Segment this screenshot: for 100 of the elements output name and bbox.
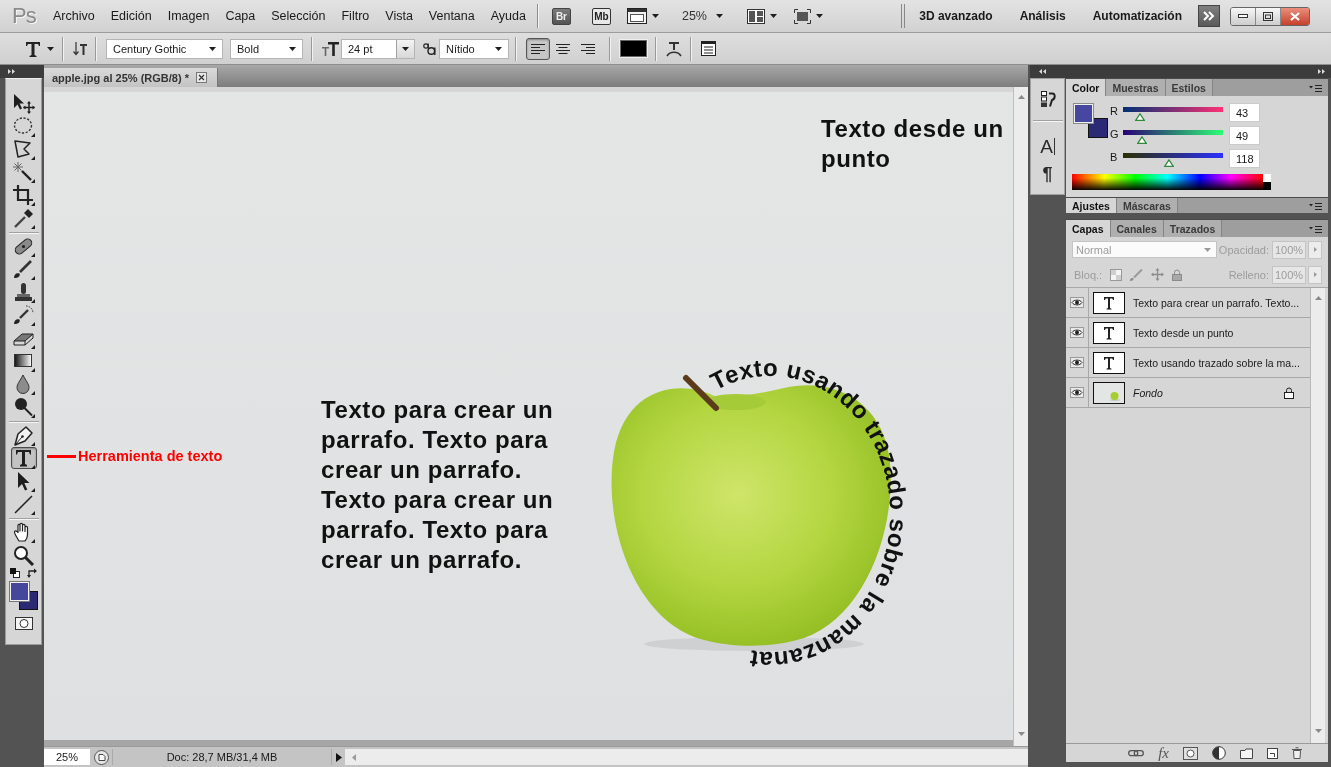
panel-tab[interactable]: Canales xyxy=(1110,220,1164,237)
panel-tab[interactable]: Capas xyxy=(1066,220,1111,237)
trash-icon[interactable] xyxy=(1292,747,1302,759)
minimize-button[interactable] xyxy=(1231,7,1256,25)
zoom-field[interactable]: 25% xyxy=(44,749,90,765)
tool-button[interactable] xyxy=(10,184,37,206)
channel-value-field[interactable]: 43 xyxy=(1229,103,1260,122)
menu-item[interactable]: Capa xyxy=(217,9,264,23)
double-arrow-right-icon[interactable] xyxy=(1318,69,1325,74)
font-style-dropdown[interactable]: Bold xyxy=(230,38,303,59)
menu-item[interactable]: Archivo xyxy=(45,9,103,23)
close-button[interactable] xyxy=(1281,7,1309,25)
half-circle-icon[interactable] xyxy=(1212,746,1226,760)
screen-mode-button[interactable] xyxy=(626,8,659,24)
arrange-button[interactable] xyxy=(747,8,777,24)
menu-item[interactable]: Edición xyxy=(102,9,160,23)
caret-icon xyxy=(770,14,777,18)
new-page-icon[interactable] xyxy=(1267,747,1278,759)
fill-slider-button[interactable] xyxy=(1308,265,1322,284)
character-panel-button[interactable]: A xyxy=(1034,135,1061,157)
workspace-tab[interactable]: 3D avanzado xyxy=(919,9,993,23)
zoom-dropdown[interactable]: 25% xyxy=(681,9,723,23)
workspace-tab[interactable]: Automatización xyxy=(1092,9,1182,23)
menu-item[interactable]: Selección xyxy=(263,9,334,23)
double-arrow-left-icon[interactable] xyxy=(1039,69,1046,74)
slider-thumb[interactable] xyxy=(1137,136,1147,144)
brush-icon xyxy=(12,258,35,280)
panel-tab[interactable]: Color xyxy=(1066,79,1107,96)
eye-icon[interactable] xyxy=(1070,297,1084,308)
align-button[interactable] xyxy=(526,37,550,60)
panel-tab[interactable]: Muestras xyxy=(1106,79,1166,96)
horizontal-scrollbar[interactable] xyxy=(345,749,1028,765)
antialias-dropdown[interactable]: Nítido xyxy=(439,38,509,59)
text-layer-icon xyxy=(1093,291,1125,314)
slider-thumb[interactable] xyxy=(1135,113,1145,121)
dropdown-button[interactable] xyxy=(396,39,414,58)
document-tab[interactable]: apple.jpg al 25% (RGB/8) * xyxy=(44,68,218,87)
quick-mask-icon[interactable] xyxy=(14,617,33,630)
screen-button[interactable] xyxy=(794,8,823,24)
layer-row[interactable]: Texto para crear un parrafo. Texto... xyxy=(1066,288,1310,318)
menu-item[interactable]: Ayuda xyxy=(482,9,534,23)
font-family-dropdown[interactable]: Century Gothic xyxy=(106,38,223,59)
swap-arrow-icon[interactable] xyxy=(27,568,37,578)
foreground-color-swatch[interactable] xyxy=(1074,104,1093,123)
text-orientation-icon[interactable] xyxy=(73,40,87,57)
panel-tab[interactable]: Trazados xyxy=(1163,220,1223,237)
layer-row[interactable]: Texto usando trazado sobre la ma... xyxy=(1066,348,1310,378)
panel-menu-icon[interactable] xyxy=(1309,224,1322,233)
move-icon xyxy=(12,92,35,114)
panel-list-icon[interactable] xyxy=(701,41,716,56)
more-workspaces-button[interactable] xyxy=(1198,5,1220,27)
eye-icon[interactable] xyxy=(1070,327,1084,338)
scroll-down-icon[interactable] xyxy=(1314,729,1322,733)
scroll-up-icon[interactable] xyxy=(1017,95,1025,99)
panel-menu-icon[interactable] xyxy=(1309,201,1322,210)
tool-button[interactable] xyxy=(10,447,37,469)
layer-effects-button[interactable]: fx xyxy=(1158,745,1169,761)
channel-value-field[interactable]: 118 xyxy=(1229,149,1260,168)
image-thumbnail xyxy=(1093,381,1125,404)
scroll-up-icon[interactable] xyxy=(1314,296,1322,300)
menu-item[interactable]: Ventana xyxy=(420,9,483,23)
panel-tab[interactable]: Estilos xyxy=(1165,79,1213,96)
layer-row[interactable]: Texto desde un punto xyxy=(1066,318,1310,348)
foreground-color-swatch[interactable] xyxy=(9,582,29,601)
panel-menu-icon[interactable] xyxy=(1309,83,1322,92)
eye-icon[interactable] xyxy=(1070,357,1084,368)
workspace-tab[interactable]: Análisis xyxy=(1019,9,1066,23)
paragraph-panel-button[interactable]: ¶ xyxy=(1034,163,1061,185)
text-color-swatch[interactable] xyxy=(620,40,647,57)
color-spectrum-bar[interactable] xyxy=(1072,174,1271,190)
opacity-slider-button[interactable] xyxy=(1308,240,1322,259)
chain-link-icon[interactable] xyxy=(1128,748,1145,758)
tool-button[interactable] xyxy=(10,161,37,183)
caret-icon xyxy=(716,14,723,18)
eye-icon[interactable] xyxy=(1070,387,1084,398)
checkerboard-icon[interactable] xyxy=(1110,268,1123,281)
menu-item[interactable]: Imagen xyxy=(159,9,218,23)
tool-preset-button[interactable] xyxy=(25,40,54,57)
app-launch-button[interactable]: Mb xyxy=(591,7,611,25)
scroll-down-icon[interactable] xyxy=(1017,732,1025,736)
circle-page-icon[interactable] xyxy=(94,749,109,765)
panel-tab[interactable]: Ajustes xyxy=(1066,198,1117,213)
app-launch-button[interactable]: Br xyxy=(551,7,571,25)
mask-icon[interactable] xyxy=(1183,746,1198,760)
warped-text-icon[interactable] xyxy=(666,40,682,57)
vertical-scrollbar[interactable] xyxy=(1013,87,1028,746)
background-color-swatch[interactable] xyxy=(1088,118,1108,138)
default-colors-icon[interactable] xyxy=(10,568,20,578)
folder-icon[interactable] xyxy=(1240,747,1253,759)
menu-item[interactable]: Vista xyxy=(377,9,421,23)
channel-value-field[interactable]: 49 xyxy=(1229,126,1260,145)
menu-item[interactable]: Filtro xyxy=(333,9,378,23)
close-icon[interactable] xyxy=(195,72,207,83)
vertical-scrollbar[interactable] xyxy=(1310,288,1325,743)
panel-tab[interactable]: Máscaras xyxy=(1116,198,1178,213)
restore-button[interactable] xyxy=(1256,7,1281,25)
layer-row[interactable]: Fondo xyxy=(1066,378,1310,408)
font-size-field[interactable]: 24 pt xyxy=(341,38,415,59)
double-arrow-right-icon[interactable] xyxy=(8,69,15,74)
slider-thumb[interactable] xyxy=(1164,159,1174,167)
